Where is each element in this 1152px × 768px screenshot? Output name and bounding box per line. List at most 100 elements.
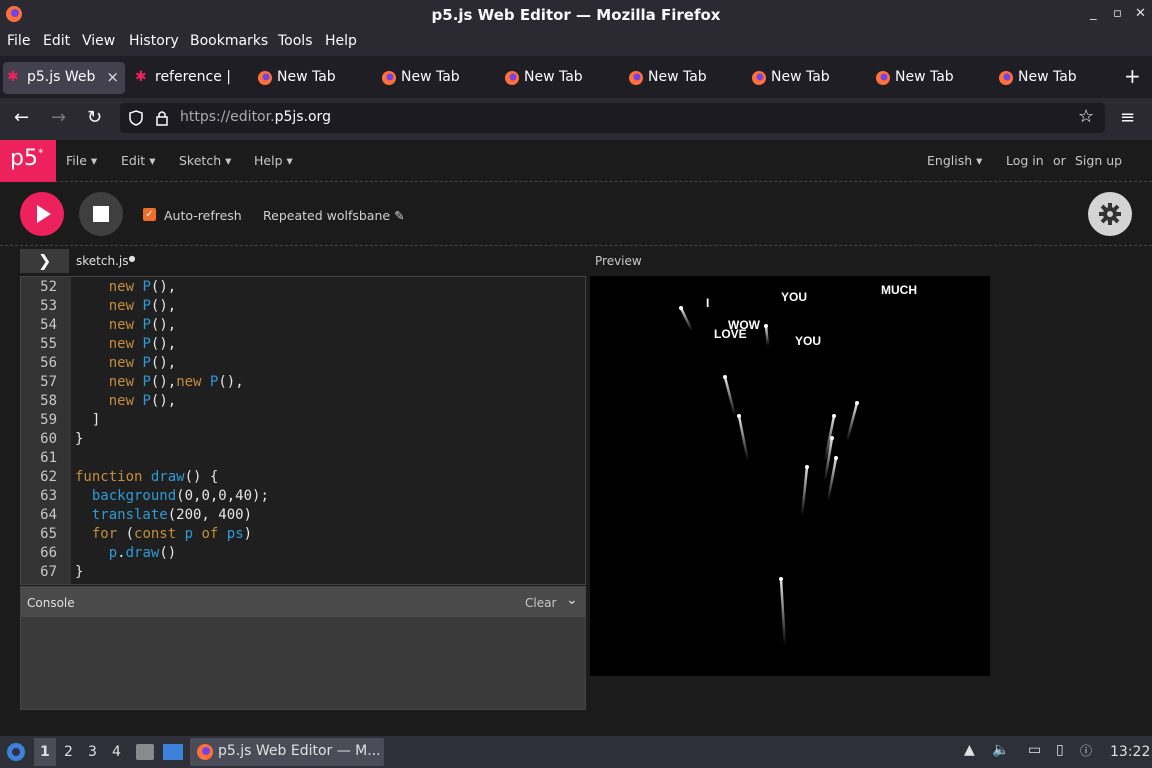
signup-link[interactable]: Sign up [1075, 153, 1122, 168]
workspace-2[interactable]: 2 [64, 744, 73, 760]
chevron-right-icon: ❯ [38, 251, 52, 270]
line-number: 65 [40, 526, 57, 542]
tab-new-6[interactable]: New Tab [871, 62, 986, 94]
firework-head [779, 577, 783, 581]
code-line[interactable]: new P(), [75, 355, 176, 371]
line-number: 57 [40, 374, 57, 390]
line-number: 59 [40, 412, 57, 428]
code-line[interactable]: new P(), [75, 393, 176, 409]
tab-new-5[interactable]: New Tab [747, 62, 862, 94]
line-number: 63 [40, 488, 57, 504]
menu-help[interactable]: Help [325, 33, 357, 49]
network-icon[interactable]: ▭ [1028, 742, 1041, 758]
line-number: 67 [40, 564, 57, 580]
code-line[interactable]: new P(), [75, 317, 176, 333]
preview-word: LOVE [714, 327, 747, 341]
tray-up-icon[interactable]: ▲ [964, 742, 975, 758]
tab-new-1[interactable]: New Tab [253, 62, 368, 94]
p5-menu-file[interactable]: File ▾ [66, 153, 97, 168]
code-line[interactable]: function draw() { [75, 469, 218, 485]
chevron-down-icon[interactable]: ⌄ [566, 592, 578, 608]
pencil-icon[interactable]: ✎ [394, 208, 404, 223]
new-tab-plus-icon[interactable]: + [1124, 64, 1141, 88]
volume-icon[interactable]: 🔈 [992, 742, 1009, 758]
close-window-button[interactable]: ✕ [1135, 6, 1146, 21]
tab-new-3[interactable]: New Tab [500, 62, 615, 94]
preview-drawing: I YOU MUCH WOW LOVE YOU [679, 283, 917, 647]
tab-reference[interactable]: ✱ reference | [131, 62, 241, 94]
url-text[interactable]: https://editor.p5js.org [180, 109, 331, 125]
p5-logo[interactable]: p5* [0, 140, 56, 182]
close-tab-icon[interactable]: × [106, 68, 119, 86]
shield-icon[interactable] [128, 110, 144, 126]
gear-icon [1099, 203, 1121, 225]
menu-view[interactable]: View [82, 33, 115, 49]
code-line[interactable]: new P(), [75, 298, 176, 314]
code-line[interactable]: for (const p of ps) [75, 526, 252, 542]
window-titlebar: p5.js Web Editor — Mozilla Firefox _ ▫ ✕ [0, 0, 1152, 30]
settings-button[interactable] [1088, 192, 1132, 236]
forward-arrow-icon[interactable]: → [51, 107, 66, 128]
code-line[interactable]: translate(200, 400) [75, 507, 252, 523]
firework-trail [845, 402, 859, 442]
code-line[interactable]: } [75, 431, 83, 447]
line-number: 61 [40, 450, 57, 466]
menu-file[interactable]: File [7, 33, 30, 49]
menu-bookmarks[interactable]: Bookmarks [190, 33, 268, 49]
hamburger-menu-icon[interactable]: ≡ [1120, 107, 1135, 128]
firefox-icon [258, 71, 272, 85]
line-number: 55 [40, 336, 57, 352]
code-line[interactable]: ] [75, 412, 100, 428]
tab-new-7[interactable]: New Tab [994, 62, 1109, 94]
toggle-sidebar-button[interactable]: ❯ [20, 249, 69, 273]
menu-edit[interactable]: Edit [43, 33, 70, 49]
browser-menubar: File Edit View History Bookmarks Tools H… [0, 30, 1152, 56]
minimize-button[interactable]: _ [1090, 6, 1097, 21]
code-editor[interactable]: 52 53 54 55 56 57 58 59 60 61 62 63 64 65 66 67 new P()… [20, 276, 586, 585]
file-manager-icon[interactable] [136, 744, 154, 760]
workspace-3[interactable]: 3 [88, 744, 97, 760]
clock: 13:22 [1110, 744, 1151, 760]
language-select[interactable]: English ▾ [927, 153, 982, 168]
tab-new-4[interactable]: New Tab [624, 62, 739, 94]
maximize-button[interactable]: ▫ [1113, 6, 1122, 21]
desktop-icon[interactable] [163, 744, 183, 760]
sketch-preview-canvas[interactable]: I YOU MUCH WOW LOVE YOU [590, 276, 990, 676]
p5-menu-help[interactable]: Help ▾ [254, 153, 293, 168]
code-line[interactable]: background(0,0,0,40); [75, 488, 269, 504]
clipboard-icon[interactable]: ▯ [1056, 742, 1064, 758]
code-line[interactable]: new P(),new P(), [75, 374, 244, 390]
reload-icon[interactable]: ↻ [87, 107, 102, 128]
stop-button[interactable] [79, 192, 123, 236]
code-line[interactable]: p.draw() [75, 545, 176, 561]
line-number: 53 [40, 298, 57, 314]
back-arrow-icon[interactable]: ← [14, 107, 29, 128]
console-title: Console [27, 596, 75, 610]
tab-p5js[interactable]: ✱ p5.js Web × [3, 62, 125, 94]
autorefresh-checkbox[interactable]: ✓ [143, 208, 156, 221]
notification-icon[interactable]: ⓘ [1080, 742, 1092, 759]
firework-head [805, 465, 809, 469]
bookmark-star-icon[interactable]: ☆ [1078, 106, 1094, 127]
file-tab-sketch[interactable]: sketch.js● [76, 254, 135, 268]
menu-history[interactable]: History [129, 33, 179, 49]
lock-icon [156, 111, 168, 126]
code-line[interactable]: new P(), [75, 279, 176, 295]
firework-trail [826, 457, 838, 502]
menu-tools[interactable]: Tools [278, 33, 313, 49]
tab-new-2[interactable]: New Tab [377, 62, 492, 94]
workspace-4[interactable]: 4 [112, 744, 121, 760]
play-button[interactable] [20, 192, 64, 236]
code-line[interactable]: } [75, 564, 83, 580]
sketch-name[interactable]: Repeated wolfsbane ✎ [263, 208, 405, 223]
line-number: 64 [40, 507, 57, 523]
p5-menu-edit[interactable]: Edit ▾ [121, 153, 155, 168]
workspace-1[interactable]: 1 [40, 744, 50, 760]
url-bar[interactable]: https://editor.p5js.org ☆ [120, 103, 1105, 133]
start-menu-icon[interactable] [6, 742, 26, 762]
p5-menu-sketch[interactable]: Sketch ▾ [179, 153, 231, 168]
taskbar-firefox-window[interactable]: p5.js Web Editor — M... [190, 738, 384, 766]
console-clear-button[interactable]: Clear [525, 596, 556, 610]
login-link[interactable]: Log in [1006, 153, 1044, 168]
code-line[interactable]: new P(), [75, 336, 176, 352]
